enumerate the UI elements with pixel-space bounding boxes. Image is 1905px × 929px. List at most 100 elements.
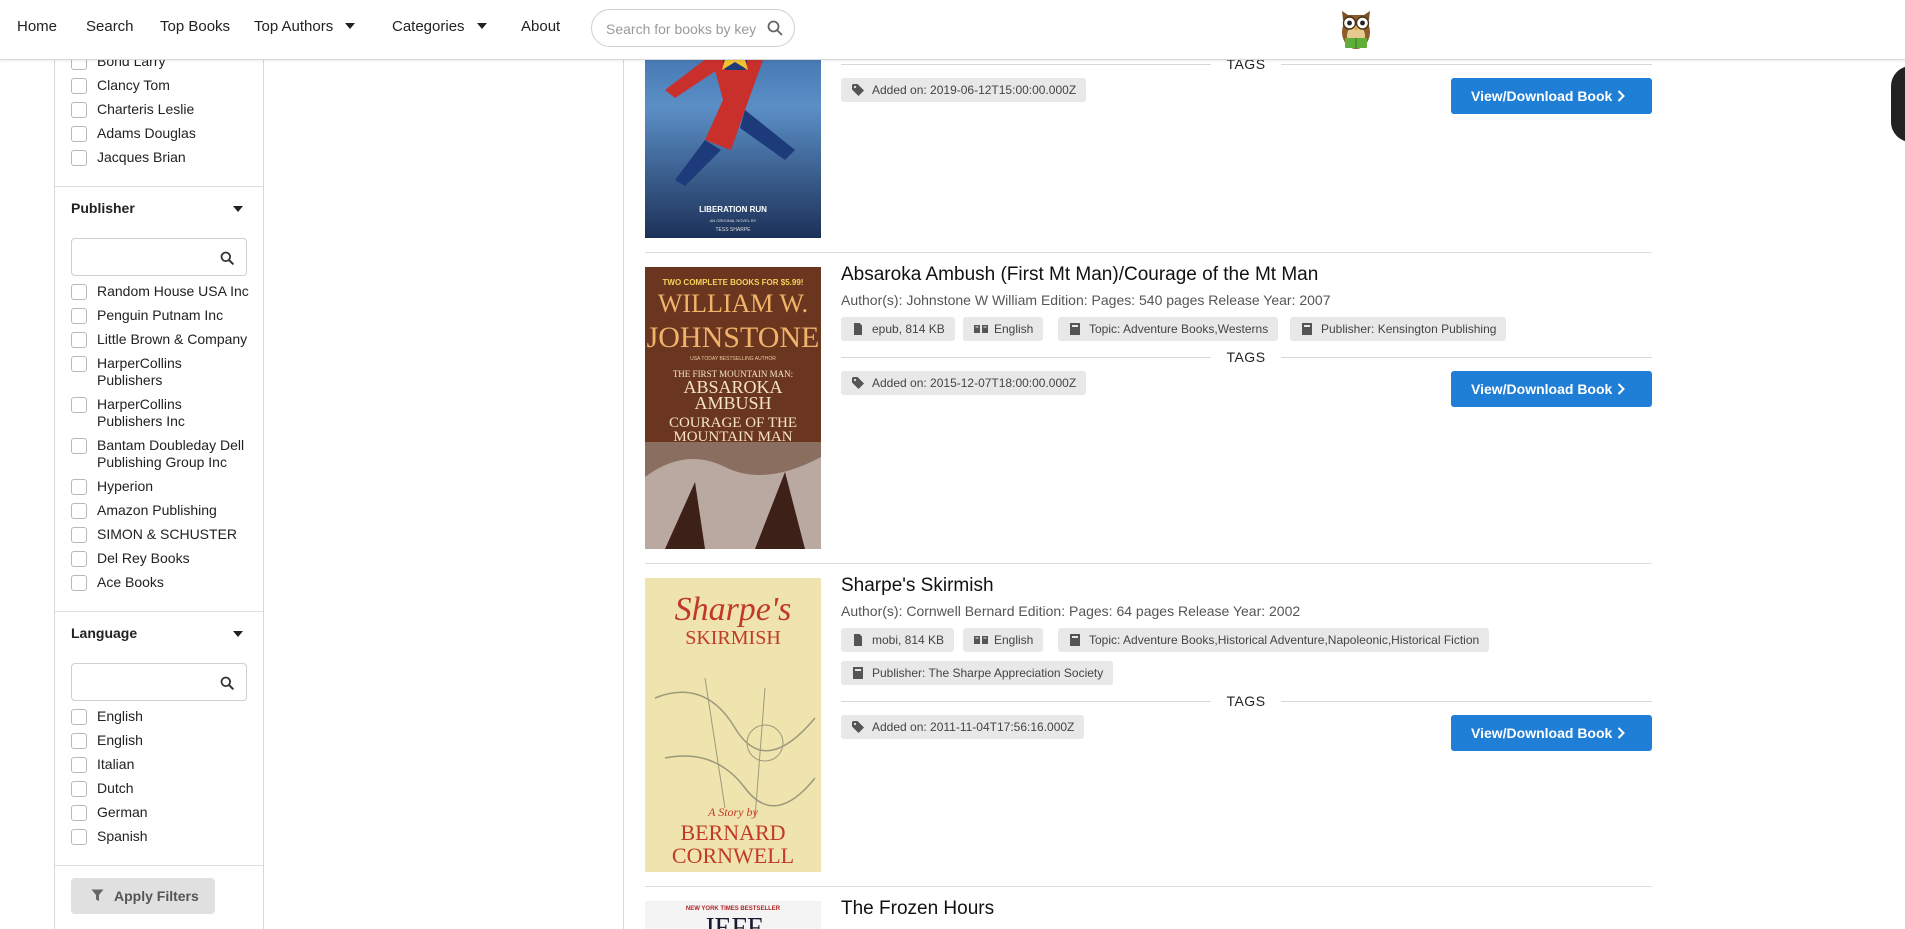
view-download-label: View/Download Book bbox=[1471, 88, 1613, 104]
checkbox[interactable] bbox=[71, 575, 87, 591]
checkbox[interactable] bbox=[71, 709, 87, 725]
topic-text: Topic: Adventure Books,Westerns bbox=[1089, 322, 1269, 336]
book-cover[interactable]: TWO COMPLETE BOOKS FOR $5.99! WILLIAM W.… bbox=[645, 267, 821, 549]
tags-divider-left bbox=[841, 357, 1211, 358]
added-date-tag: Added on: 2011-11-04T17:56:16.000Z bbox=[841, 715, 1085, 739]
topic-tag: Topic: Adventure Books,Westerns bbox=[1058, 317, 1279, 341]
tags-divider-left bbox=[841, 64, 1211, 65]
publisher-filter-label: HarperCollins Publishers bbox=[97, 355, 182, 388]
author-filter-label: Jacques Brian bbox=[97, 149, 186, 165]
language-filter-label: English bbox=[97, 708, 143, 724]
checkbox[interactable] bbox=[71, 126, 87, 142]
checkbox[interactable] bbox=[71, 805, 87, 821]
checkbox[interactable] bbox=[71, 308, 87, 324]
checkbox[interactable] bbox=[71, 332, 87, 348]
tags-divider-right bbox=[1281, 64, 1652, 65]
nav-about[interactable]: About bbox=[521, 0, 560, 54]
book-title[interactable]: The Frozen Hours bbox=[841, 898, 994, 920]
format-text: mobi, 814 KB bbox=[872, 633, 945, 647]
publisher-search-input[interactable] bbox=[71, 238, 247, 276]
book-title[interactable]: Absaroka Ambush (First Mt Man)/Courage o… bbox=[841, 264, 1318, 286]
added-date-text: Added on: 2011-11-04T17:56:16.000Z bbox=[872, 720, 1075, 734]
checkbox[interactable] bbox=[71, 102, 87, 118]
publisher-section-title[interactable]: Publisher bbox=[71, 200, 135, 216]
nav-home[interactable]: Home bbox=[17, 0, 57, 54]
checkbox[interactable] bbox=[71, 733, 87, 749]
nav-categories[interactable]: Categories bbox=[392, 0, 487, 54]
floating-action-button[interactable] bbox=[1891, 66, 1905, 142]
checkbox[interactable] bbox=[71, 527, 87, 543]
cover-author: TESS SHARPE bbox=[715, 227, 751, 233]
cover-author: WILLIAM W. bbox=[658, 289, 808, 318]
view-download-button[interactable]: View/Download Book bbox=[1451, 78, 1652, 114]
view-download-button[interactable]: View/Download Book bbox=[1451, 371, 1652, 407]
tag-icon bbox=[852, 377, 864, 389]
tags-divider-right bbox=[1281, 701, 1652, 702]
apply-filters-button[interactable]: Apply Filters bbox=[71, 878, 215, 914]
checkbox[interactable] bbox=[71, 479, 87, 495]
chevron-right-icon bbox=[1617, 90, 1625, 102]
language-filter-label: Spanish bbox=[97, 828, 148, 844]
publisher-filter-label: Random House USA Inc bbox=[97, 283, 249, 299]
checkbox[interactable] bbox=[71, 503, 87, 519]
checkbox[interactable] bbox=[71, 150, 87, 166]
nav-top-books[interactable]: Top Books bbox=[160, 0, 230, 54]
chevron-right-icon bbox=[1617, 383, 1625, 395]
cover-title-line4: MOUNTAIN MAN bbox=[673, 429, 792, 445]
search-icon[interactable] bbox=[220, 251, 234, 265]
view-download-button[interactable]: View/Download Book bbox=[1451, 715, 1652, 751]
book-title[interactable]: Sharpe's Skirmish bbox=[841, 575, 994, 597]
publisher-text: Publisher: Kensington Publishing bbox=[1321, 322, 1497, 336]
checkbox[interactable] bbox=[71, 356, 87, 372]
publisher-filter-label: Ace Books bbox=[97, 574, 164, 590]
filter-icon bbox=[91, 889, 104, 901]
checkbox[interactable] bbox=[71, 781, 87, 797]
tag-icon bbox=[852, 721, 864, 733]
book-cover[interactable]: NEW YORK TIMES BESTSELLER JEFF bbox=[645, 901, 821, 929]
language-search-input[interactable] bbox=[71, 663, 247, 701]
language-tag: English bbox=[963, 628, 1044, 652]
publisher-filter-label: HarperCollins Publishers Inc bbox=[97, 396, 185, 429]
owl-logo-icon[interactable] bbox=[1337, 5, 1375, 51]
publisher-tag: Publisher: Kensington Publishing bbox=[1290, 317, 1507, 341]
author-filter-label: Clancy Tom bbox=[97, 77, 170, 93]
publisher-filter-label: SIMON & SCHUSTER bbox=[97, 526, 238, 542]
checkbox[interactable] bbox=[71, 78, 87, 94]
publisher-filter-label: Bantam Doubleday Dell Publishing Group I… bbox=[97, 437, 245, 470]
view-download-label: View/Download Book bbox=[1471, 725, 1613, 741]
added-date-tag: Added on: 2019-06-12T15:00:00.000Z bbox=[841, 78, 1087, 102]
search-icon[interactable] bbox=[220, 676, 234, 690]
book-cover-art: TWO COMPLETE BOOKS FOR $5.99! WILLIAM W.… bbox=[645, 267, 821, 549]
section-divider bbox=[55, 611, 263, 612]
cover-author-surname: CORNWELL bbox=[672, 843, 794, 868]
checkbox[interactable] bbox=[71, 551, 87, 567]
book-icon bbox=[1070, 634, 1080, 646]
book-cover[interactable]: Sharpe's SKIRMISH A Story by BERNARD COR… bbox=[645, 578, 821, 872]
chevron-down-icon[interactable] bbox=[233, 206, 243, 212]
language-section-title[interactable]: Language bbox=[71, 625, 137, 641]
checkbox[interactable] bbox=[71, 438, 87, 454]
publisher-filter-label: Penguin Putnam Inc bbox=[97, 307, 224, 323]
author-filter-label: Charteris Leslie bbox=[97, 101, 195, 117]
checkbox[interactable] bbox=[71, 829, 87, 845]
chevron-down-icon[interactable] bbox=[233, 631, 243, 637]
cover-promo: TWO COMPLETE BOOKS FOR $5.99! bbox=[663, 278, 804, 287]
caret-down-icon bbox=[476, 23, 487, 29]
checkbox[interactable] bbox=[71, 284, 87, 300]
publisher-filter-label: Little Brown & Company bbox=[97, 331, 248, 347]
filter-sidebar: Bond Larry Clancy Tom Charteris Leslie A… bbox=[54, 0, 264, 929]
tags-divider-left bbox=[841, 701, 1211, 702]
nav-search[interactable]: Search bbox=[86, 0, 134, 54]
tags-divider-right bbox=[1281, 357, 1652, 358]
cover-author: JEFF bbox=[703, 913, 762, 929]
file-icon bbox=[854, 323, 862, 335]
checkbox[interactable] bbox=[71, 757, 87, 773]
search-input[interactable] bbox=[606, 19, 756, 39]
cover-author-surname: JOHNSTONE bbox=[647, 321, 820, 354]
search-icon[interactable] bbox=[766, 19, 784, 37]
tags-heading: TAGS bbox=[1226, 693, 1266, 709]
top-navbar: Home Search Top Books Top Authors Catego… bbox=[0, 0, 1905, 60]
cover-subtitle: AN ORIGINAL NOVEL BY bbox=[710, 218, 757, 223]
nav-top-authors[interactable]: Top Authors bbox=[254, 0, 356, 54]
checkbox[interactable] bbox=[71, 397, 87, 413]
